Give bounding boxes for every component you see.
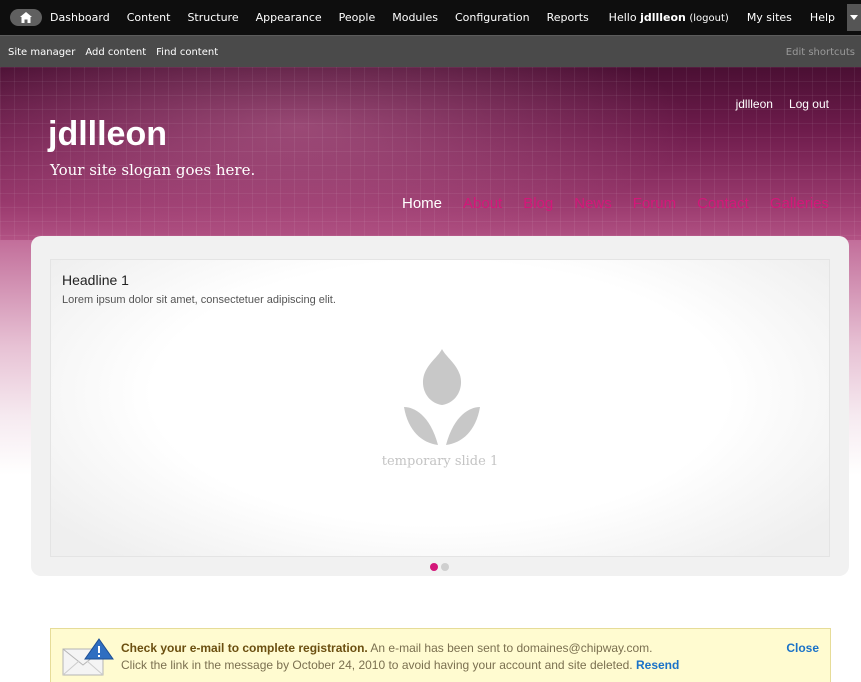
- site-header: jdllleon Your site slogan goes here. jdl…: [0, 67, 861, 250]
- shortcuts-menu: Site manager Add content Find content: [8, 36, 218, 68]
- toolbar-username[interactable]: jdllleon: [640, 11, 686, 24]
- tulip-placeholder-icon: [404, 349, 480, 445]
- shortcuts-bar: Site manager Add content Find content Ed…: [0, 35, 861, 67]
- menu-modules[interactable]: Modules: [392, 11, 438, 24]
- site-name[interactable]: jdllleon: [48, 115, 167, 154]
- site-slogan: Your site slogan goes here.: [50, 161, 256, 179]
- shortcut-find-content[interactable]: Find content: [156, 47, 218, 58]
- user-links: jdllleon Log out: [736, 97, 829, 111]
- message-title: Check your e-mail to complete registrati…: [121, 641, 368, 655]
- menu-structure[interactable]: Structure: [187, 11, 238, 24]
- nav-home[interactable]: Home: [402, 195, 442, 212]
- envelope-warning-icon: [62, 638, 114, 676]
- toolbar-logout-link[interactable]: (logout): [689, 13, 728, 24]
- header-pattern: [0, 67, 861, 250]
- message-line-2: Click the link in the message by October…: [121, 658, 680, 672]
- chevron-down-icon: [850, 15, 858, 20]
- menu-content[interactable]: Content: [127, 11, 171, 24]
- menu-reports[interactable]: Reports: [547, 11, 589, 24]
- menu-appearance[interactable]: Appearance: [256, 11, 322, 24]
- message-line-1: Check your e-mail to complete registrati…: [121, 641, 653, 655]
- home-icon: [20, 12, 32, 23]
- menu-dashboard[interactable]: Dashboard: [50, 11, 110, 24]
- nav-about[interactable]: About: [463, 195, 502, 212]
- user-account-link[interactable]: jdllleon: [736, 97, 773, 111]
- slide-text: Lorem ipsum dolor sit amet, consectetuer…: [62, 294, 336, 306]
- account-menu: Hello jdllleon (logout) My sites Help: [609, 0, 835, 35]
- shortcut-add-content[interactable]: Add content: [85, 47, 146, 58]
- registration-message: Check your e-mail to complete registrati…: [50, 628, 831, 682]
- help-link[interactable]: Help: [810, 11, 835, 24]
- message-text: An e-mail has been sent to domaines@chip…: [370, 641, 653, 655]
- edit-shortcuts-link[interactable]: Edit shortcuts: [786, 36, 855, 68]
- nav-news[interactable]: News: [574, 195, 612, 212]
- pager-dot-2[interactable]: [441, 563, 449, 571]
- shortcut-site-manager[interactable]: Site manager: [8, 47, 75, 58]
- main-navigation: Home About Blog News Forum Contact Galle…: [402, 195, 829, 212]
- nav-contact[interactable]: Contact: [697, 195, 749, 212]
- slide-caption: temporary slide 1: [381, 454, 499, 469]
- menu-people[interactable]: People: [339, 11, 376, 24]
- pager-dot-1[interactable]: [430, 563, 438, 571]
- nav-forum[interactable]: Forum: [633, 195, 676, 212]
- toolbar-drawer-toggle[interactable]: [847, 4, 861, 31]
- admin-toolbar: Dashboard Content Structure Appearance P…: [0, 0, 861, 35]
- hello-text: Hello jdllleon (logout): [608, 11, 729, 24]
- slide-headline: Headline 1: [62, 272, 129, 288]
- nav-blog[interactable]: Blog: [523, 195, 553, 212]
- logout-link[interactable]: Log out: [789, 97, 829, 111]
- slideshow-pager: [430, 563, 449, 571]
- resend-link[interactable]: Resend: [636, 658, 679, 672]
- slideshow-slide[interactable]: Headline 1 Lorem ipsum dolor sit amet, c…: [50, 259, 830, 557]
- close-message-link[interactable]: Close: [786, 641, 819, 655]
- admin-menu: Dashboard Content Structure Appearance P…: [50, 0, 589, 35]
- home-button[interactable]: [10, 9, 42, 26]
- menu-configuration[interactable]: Configuration: [455, 11, 530, 24]
- nav-galleries[interactable]: Galleries: [770, 195, 829, 212]
- my-sites-link[interactable]: My sites: [747, 11, 792, 24]
